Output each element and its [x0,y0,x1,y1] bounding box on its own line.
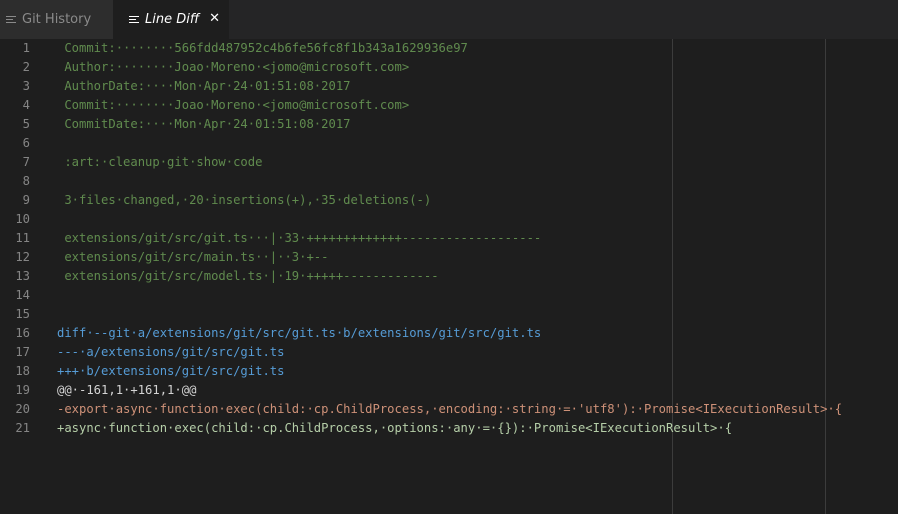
code-line: 4 Commit:········Joao·Moreno·<jomo@micro… [0,96,898,115]
tab-label: Line Diff [145,12,200,27]
line-text: ---·a/extensions/git/src/git.ts [57,345,285,359]
code-line: 10 [0,210,898,229]
code-line: 1 Commit:········566fdd487952c4b6fe56fc8… [0,39,898,58]
line-number: 20 [15,402,30,416]
line-text: 3·files·changed,·20·insertions(+),·35·de… [57,193,432,207]
code-line: 8 [0,172,898,191]
line-number: 6 [22,136,30,150]
tab-line-diff[interactable]: Line Diff ✕ [113,0,229,39]
line-number: 3 [22,79,30,93]
line-number: 1 [22,41,30,55]
code-line: 15 [0,305,898,324]
line-number: 4 [22,98,30,112]
line-text: CommitDate:····Mon·Apr·24·01:51:08·2017 [57,117,351,131]
line-text: extensions/git/src/git.ts···|·33·+++++++… [57,231,542,245]
code-line: 14 [0,286,898,305]
close-icon[interactable]: ✕ [209,11,220,26]
lines-icon [6,15,17,25]
line-text: diff·--git·a/extensions/git/src/git.ts·b… [57,326,542,340]
line-number: 15 [15,307,30,321]
line-text: Commit:········566fdd487952c4b6fe56fc8f1… [57,41,468,55]
lines-icon [129,15,140,25]
line-text: extensions/git/src/model.ts·|·19·+++++--… [57,269,439,283]
line-number: 5 [22,117,30,131]
code-line: 6 [0,134,898,153]
line-text: Commit:········Joao·Moreno·<jomo@microso… [57,98,410,112]
tab-label: Git History [22,12,92,27]
code-line: 20 -export·async·function·exec(child:·cp.… [0,400,898,419]
code-line: 3 AuthorDate:····Mon·Apr·24·01:51:08·201… [0,77,898,96]
code-line: 21 +async·function·exec(child:·cp.ChildPr… [0,419,898,438]
line-text: @@·-161,1·+161,1·@@ [57,383,197,397]
code-line: 13 extensions/git/src/model.ts·|·19·++++… [0,267,898,286]
line-number: 12 [15,250,30,264]
code-line: 18 +++·b/extensions/git/src/git.ts [0,362,898,381]
code-line: 2 Author:········Joao·Moreno·<jomo@micro… [0,58,898,77]
code-line: 5 CommitDate:····Mon·Apr·24·01:51:08·201… [0,115,898,134]
line-number: 21 [15,421,30,435]
line-text: -export·async·function·exec(child:·cp.Ch… [57,402,843,416]
line-text: +async·function·exec(child:·cp.ChildProc… [57,421,733,435]
tab-bar: Git History Line Diff ✕ [0,0,898,39]
line-text: :art:·cleanup·git·show·code [57,155,263,169]
line-number: 7 [22,155,30,169]
line-number: 18 [15,364,30,378]
line-number: 9 [22,193,30,207]
line-number: 19 [15,383,30,397]
code-editor[interactable]: 1 Commit:········566fdd487952c4b6fe56fc8… [0,39,898,514]
code-line: 17 ---·a/extensions/git/src/git.ts [0,343,898,362]
line-number: 2 [22,60,30,74]
line-number: 16 [15,326,30,340]
code-line: 19 @@·-161,1·+161,1·@@ [0,381,898,400]
line-number: 14 [15,288,30,302]
line-text: Author:········Joao·Moreno·<jomo@microso… [57,60,410,74]
line-number: 17 [15,345,30,359]
line-number: 8 [22,174,30,188]
line-number: 13 [15,269,30,283]
line-number: 11 [15,231,30,245]
line-text: AuthorDate:····Mon·Apr·24·01:51:08·2017 [57,79,351,93]
line-text: extensions/git/src/main.ts··|··3·+-- [57,250,329,264]
line-number: 10 [15,212,30,226]
line-text: +++·b/extensions/git/src/git.ts [57,364,285,378]
tab-git-history[interactable]: Git History [0,0,113,39]
code-line: 16 diff·--git·a/extensions/git/src/git.ts… [0,324,898,343]
code-line: 11 extensions/git/src/git.ts···|·33·++++… [0,229,898,248]
code-line: 9 3·files·changed,·20·insertions(+),·35·… [0,191,898,210]
code-line: 7 :art:·cleanup·git·show·code [0,153,898,172]
code-line: 12 extensions/git/src/main.ts··|··3·+-- [0,248,898,267]
